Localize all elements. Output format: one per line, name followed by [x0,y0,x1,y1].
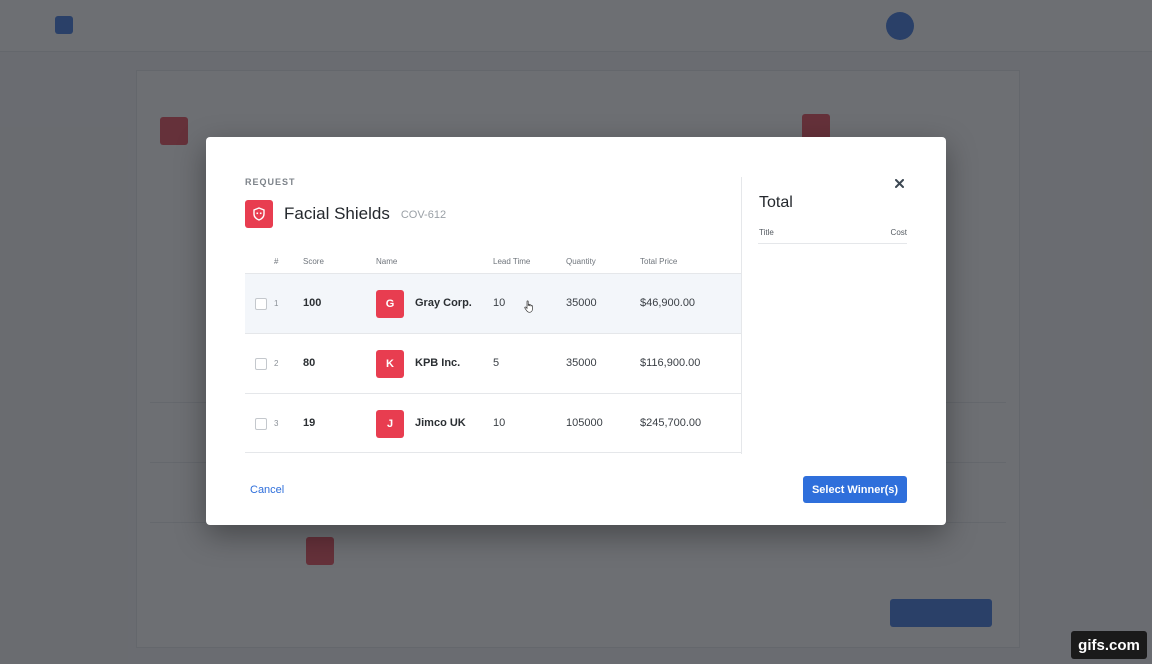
supplier-name: KPB Inc. [415,357,461,369]
row-checkbox[interactable] [255,418,267,430]
watermark: gifs.com [1071,631,1147,659]
total-column-cost: Cost [890,228,907,237]
row-checkbox[interactable] [255,298,267,310]
table-row[interactable]: 2 80 K KPB Inc. 5 35000 $116,900.00 [245,333,742,393]
total-title: Total [759,194,793,211]
total-header-divider [758,243,907,244]
supplier-name: Jimco UK [415,417,466,429]
hand-pointer-icon [524,300,534,318]
row-lead-time: 5 [493,357,500,369]
supplier-avatar: K [376,350,404,378]
bids-table: # Score Name Lead Time Quantity Total Pr… [245,253,742,453]
request-code: COV-612 [400,209,447,221]
table-header: # Score Name Lead Time Quantity Total Pr… [245,253,742,273]
row-quantity: 35000 [566,357,597,369]
supplier-avatar: G [376,290,404,318]
close-icon[interactable] [893,177,905,189]
select-winners-button[interactable]: Select Winner(s) [803,476,907,503]
row-lead-time: 10 [493,417,506,429]
row-quantity: 35000 [566,297,597,309]
column-header-lead-time: Lead Time [493,257,531,266]
row-index: 1 [274,299,279,308]
supplier-avatar: J [376,410,404,438]
supplier-name: Gray Corp. [415,297,472,309]
cancel-button[interactable]: Cancel [250,484,284,496]
request-title: Facial Shields [284,204,390,223]
row-index: 2 [274,359,279,368]
column-header-total-price: Total Price [640,257,678,266]
row-total-price: $245,700.00 [640,417,702,429]
panel-divider [741,177,742,454]
row-total-price: $116,900.00 [640,357,701,369]
section-label: REQUEST [245,177,296,187]
column-header-name: Name [376,257,398,266]
shield-icon [245,200,273,228]
column-header-score: Score [303,257,324,266]
request-section: REQUEST Facial Shields COV-612 # Score N… [245,177,742,453]
table-row[interactable]: 1 100 G Gray Corp. 10 35000 $46,900.00 [245,273,742,333]
row-quantity: 105000 [566,417,603,429]
row-lead-time: 10 [493,297,506,309]
row-checkbox[interactable] [255,358,267,370]
total-column-title: Title [759,228,774,237]
column-header-quantity: Quantity [566,257,596,266]
table-row[interactable]: 3 19 J Jimco UK 10 105000 $245,700.00 [245,393,742,453]
row-total-price: $46,900.00 [640,297,696,309]
row-index: 3 [274,419,279,428]
select-winner-modal: REQUEST Facial Shields COV-612 # Score N… [206,137,946,525]
row-score: 100 [303,297,322,309]
request-header: Facial Shields COV-612 [245,200,446,228]
row-score: 19 [303,417,316,429]
column-header-index: # [274,257,279,266]
row-score: 80 [303,357,316,369]
